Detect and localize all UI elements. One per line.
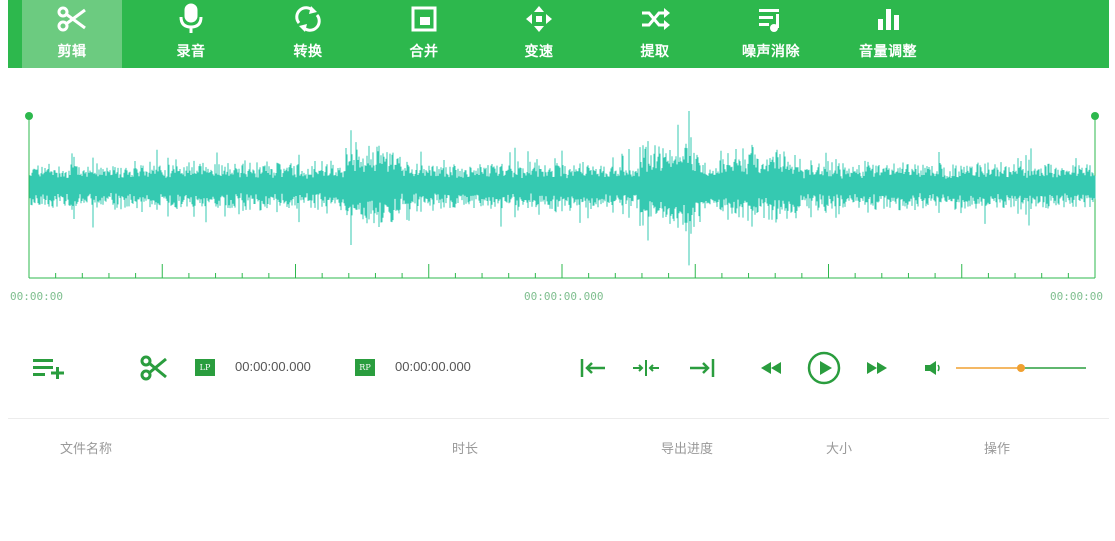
rp-time[interactable]: 00:00:00.000 [395,359,471,374]
playback-controls: LP 00:00:00.000 RP 00:00:00.000 [0,340,1115,396]
jump-to-center-icon[interactable] [630,356,662,380]
add-file-icon[interactable] [30,354,70,382]
jump-to-end-icon[interactable] [687,356,717,380]
timeline-start-time: 00:00:00 [10,290,63,303]
scissors-icon [22,0,122,38]
tab-merge[interactable]: 合并 [374,0,474,68]
timeline-ticks [28,264,1096,278]
column-duration: 时长 [452,442,479,457]
tab-record-label: 录音 [176,44,206,60]
toolbar: 剪辑 录音 转换 合并 变速 提取 噪声消除 音量调整 [8,0,1109,68]
rp-tag: RP [355,359,375,376]
fast-forward-icon[interactable] [864,358,890,378]
tab-extract-label: 提取 [640,44,670,60]
column-export-progress: 导出进度 [661,442,714,457]
shuffle-icon [605,0,705,38]
volume-bars-icon [838,0,938,38]
tab-record[interactable]: 录音 [141,0,241,68]
timeline-mid-time: 00:00:00.000 [524,290,604,303]
tab-volume-adjust-label: 音量调整 [859,44,917,60]
waveform-editor[interactable] [0,108,1115,298]
speaker-icon[interactable] [922,358,944,378]
microphone-icon [141,0,241,38]
tab-speed-label: 变速 [524,44,554,60]
convert-icon [258,0,358,38]
column-file-name: 文件名称 [60,442,113,457]
tab-noise-removal-label: 噪声消除 [742,44,800,60]
lp-tag: LP [195,359,215,376]
tab-speed[interactable]: 变速 [489,0,589,68]
tab-extract[interactable]: 提取 [605,0,705,68]
tab-merge-label: 合并 [409,44,439,60]
timeline-end-time: 00:00:00 [1050,290,1103,303]
audio-waveform [29,111,1096,266]
cut-scissors-icon[interactable] [138,353,170,383]
column-actions: 操作 [984,442,1011,457]
volume-slider-handle[interactable] [1017,364,1025,372]
rewind-icon[interactable] [758,358,784,378]
jump-to-start-icon[interactable] [578,356,608,380]
section-divider [8,418,1109,419]
play-icon [820,361,832,375]
lp-time[interactable]: 00:00:00.000 [235,359,311,374]
tab-convert-label: 转换 [293,44,323,60]
play-button[interactable] [806,350,842,386]
left-marker-handle[interactable] [25,112,33,120]
tab-volume-adjust[interactable]: 音量调整 [838,0,938,68]
speed-icon [489,0,589,38]
tab-noise-removal[interactable]: 噪声消除 [721,0,821,68]
waveform-path [29,111,1096,266]
tab-cut-label: 剪辑 [57,44,87,60]
noise-icon [721,0,821,38]
tab-cut[interactable]: 剪辑 [22,0,122,68]
tab-convert[interactable]: 转换 [258,0,358,68]
column-size: 大小 [826,442,853,457]
right-marker-handle[interactable] [1091,112,1099,120]
merge-icon [374,0,474,38]
volume-slider[interactable] [956,359,1086,377]
